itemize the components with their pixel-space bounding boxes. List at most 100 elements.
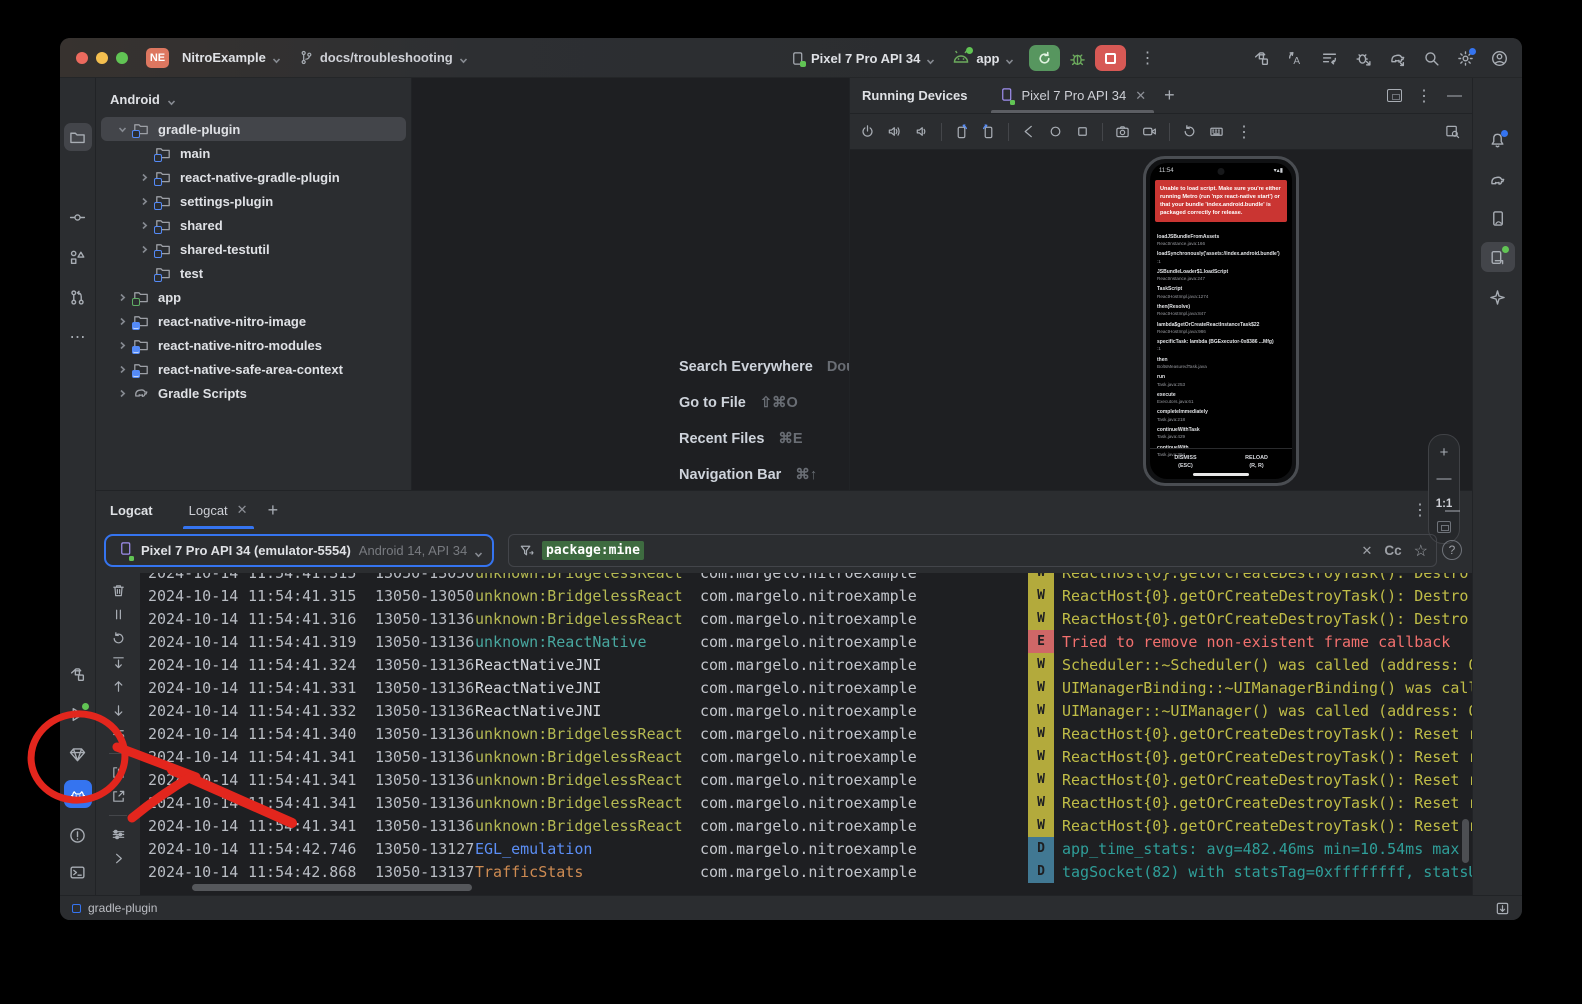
emulator-phone[interactable]: 11:54 ▾▴▮ Unable to load script. Make su… [1143, 156, 1299, 486]
gradle-tool-button[interactable] [1481, 165, 1515, 195]
log-row[interactable]: 2024-10-1411:54:41.34113050-13136unknown… [140, 745, 1472, 768]
log-row[interactable]: 2024-10-1411:54:41.31913050-13136unknown… [140, 630, 1472, 653]
layout-icon[interactable] [1387, 89, 1402, 102]
screen-inspect-icon[interactable] [1445, 124, 1460, 139]
chevron-right-icon[interactable] [111, 293, 133, 302]
tree-item-react-native-gradle-plugin[interactable]: react-native-gradle-plugin [101, 165, 406, 189]
log-row[interactable]: 2024-10-1411:54:41.31613050-13136unknown… [140, 607, 1472, 630]
log-row[interactable]: 2024-10-1411:54:41.34013050-13136unknown… [140, 722, 1472, 745]
tree-item-settings-plugin[interactable]: settings-plugin [101, 189, 406, 213]
emulator-more-icon[interactable]: ⋮ [1236, 122, 1253, 142]
app-insights-tool-button[interactable] [64, 740, 92, 768]
status-bar-module[interactable]: gradle-plugin [88, 901, 157, 915]
project-tool-button[interactable] [64, 123, 92, 151]
gutter-more-chevron[interactable] [111, 851, 126, 866]
editor-area[interactable]: Search EverywhereDouGo to File⇧⌘ORecent … [412, 78, 850, 490]
next-occurrence-button[interactable] [111, 703, 126, 718]
problems-tool-button[interactable] [64, 821, 92, 849]
log-row[interactable]: 2024-10-1411:54:41.31513050-13050unknown… [140, 584, 1472, 607]
tree-item-shared[interactable]: shared [101, 213, 406, 237]
import-logs-button[interactable] [111, 765, 126, 780]
home-button[interactable] [1048, 124, 1063, 139]
power-button[interactable] [860, 124, 875, 139]
tree-item-react-native-nitro-modules[interactable]: react-native-nitro-modules [101, 333, 406, 357]
log-row[interactable]: 2024-10-1411:54:41.33213050-13136ReactNa… [140, 699, 1472, 722]
settings-gear-icon[interactable] [1457, 50, 1474, 67]
logcat-filter-input[interactable]: package:mine ✕ Cc ☆ [508, 534, 1437, 567]
vcs-branch-widget[interactable]: docs/troubleshooting [299, 50, 468, 65]
logcat-output[interactable]: 2024-10-1411:54:41.31513050-13050unknown… [140, 573, 1472, 895]
chevron-right-icon[interactable] [133, 197, 155, 206]
clear-filter-icon[interactable]: ✕ [1361, 543, 1372, 559]
horizontal-scrollbar[interactable] [192, 884, 472, 891]
emulator-canvas[interactable]: 11:54 ▾▴▮ Unable to load script. Make su… [850, 150, 1472, 490]
pull-requests-tool-button[interactable] [64, 283, 92, 311]
tree-item-app[interactable]: app [101, 285, 406, 309]
soft-wrap-button[interactable] [111, 727, 126, 742]
tree-item-gradle-plugin[interactable]: gradle-plugin [101, 117, 406, 141]
rerun-button[interactable] [1029, 45, 1060, 71]
chevron-right-icon[interactable] [111, 317, 133, 326]
more-actions-icon[interactable]: ⋮ [1139, 48, 1156, 68]
tree-item-Gradle Scripts[interactable]: Gradle Scripts [101, 381, 406, 405]
add-device-tab-button[interactable]: + [1154, 85, 1185, 106]
tree-item-react-native-nitro-image[interactable]: react-native-nitro-image [101, 309, 406, 333]
project-widget[interactable]: NE NitroExample [146, 48, 281, 68]
volume-up-button[interactable] [887, 124, 902, 139]
screenshot-button[interactable] [1115, 124, 1130, 139]
translate-icon[interactable]: A [1287, 50, 1304, 67]
clear-logcat-button[interactable] [111, 583, 126, 598]
search-icon[interactable] [1423, 50, 1440, 67]
screen-record-button[interactable] [1142, 124, 1157, 139]
stop-button[interactable] [1095, 45, 1126, 71]
chevron-right-icon[interactable] [111, 341, 133, 350]
maximize-window-button[interactable] [116, 52, 128, 64]
chevron-right-icon[interactable] [133, 173, 155, 182]
log-row[interactable]: 2024-10-1411:54:41.34113050-13136unknown… [140, 814, 1472, 837]
logcat-tab[interactable]: Logcat ✕ [179, 491, 258, 529]
dismiss-button[interactable]: DISMISS (ESC) [1150, 454, 1221, 470]
notifications-tool-button[interactable] [1481, 125, 1515, 155]
log-row[interactable]: 2024-10-1411:54:41.34113050-13136unknown… [140, 791, 1472, 814]
task-list-icon[interactable] [1321, 50, 1338, 67]
zoom-in-button[interactable]: + [1440, 445, 1449, 460]
log-row[interactable]: 2024-10-1411:54:42.86813050-13137Traffic… [140, 860, 1472, 883]
close-window-button[interactable] [76, 52, 88, 64]
help-icon[interactable]: ? [1442, 540, 1462, 560]
tree-item-shared-testutil[interactable]: shared-testutil [101, 237, 406, 261]
minimize-window-button[interactable] [96, 52, 108, 64]
logcat-device-selector[interactable]: Pixel 7 Pro API 34 (emulator-5554) Andro… [104, 534, 494, 567]
device-manager-tool-button[interactable] [1481, 203, 1515, 233]
close-tab-icon[interactable]: ✕ [1135, 88, 1146, 104]
chevron-right-icon[interactable] [111, 365, 133, 374]
favorite-filter-icon[interactable]: ☆ [1414, 541, 1428, 561]
log-row[interactable]: 2024-10-1411:54:41.34113050-13136unknown… [140, 768, 1472, 791]
overview-button[interactable] [1075, 124, 1090, 139]
vertical-scrollbar[interactable] [1462, 819, 1469, 863]
device-selector[interactable]: Pixel 7 Pro API 34 [790, 51, 935, 66]
export-logs-button[interactable] [111, 789, 126, 804]
close-tab-icon[interactable]: ✕ [237, 502, 248, 518]
panel-options-icon[interactable]: ⋮ [1416, 86, 1433, 106]
run-tool-button[interactable] [64, 700, 92, 728]
log-row[interactable]: 2024-10-1411:54:41.33113050-13136ReactNa… [140, 676, 1472, 699]
chevron-down-icon[interactable] [111, 125, 133, 134]
device-tab[interactable]: Pixel 7 Pro API 34 ✕ [991, 78, 1154, 113]
tree-item-react-native-safe-area-context[interactable]: react-native-safe-area-context [101, 357, 406, 381]
project-view-selector[interactable]: Android [96, 86, 411, 117]
volume-down-button[interactable] [914, 124, 929, 139]
running-devices-tool-button[interactable] [1481, 242, 1515, 272]
chevron-right-icon[interactable] [133, 221, 155, 230]
log-row[interactable]: 2024-10-1411:54:42.74613050-13127EGL_emu… [140, 837, 1472, 860]
log-row[interactable]: 2024-10-1411:54:41.31513050-13050unknown… [140, 573, 1472, 584]
zoom-out-button[interactable]: — [1437, 471, 1452, 486]
run-config-selector[interactable]: app [952, 50, 1014, 67]
restart-logcat-button[interactable] [111, 631, 126, 646]
rotate-right-button[interactable] [981, 124, 996, 139]
gemini-tool-button[interactable] [1481, 282, 1515, 312]
tree-item-main[interactable]: main [101, 141, 406, 165]
hardware-input-button[interactable] [1209, 124, 1224, 139]
log-row[interactable]: 2024-10-1411:54:41.32413050-13136ReactNa… [140, 653, 1472, 676]
reload-button[interactable]: RELOAD (R, R) [1221, 454, 1292, 470]
tree-item-test[interactable]: test [101, 261, 406, 285]
